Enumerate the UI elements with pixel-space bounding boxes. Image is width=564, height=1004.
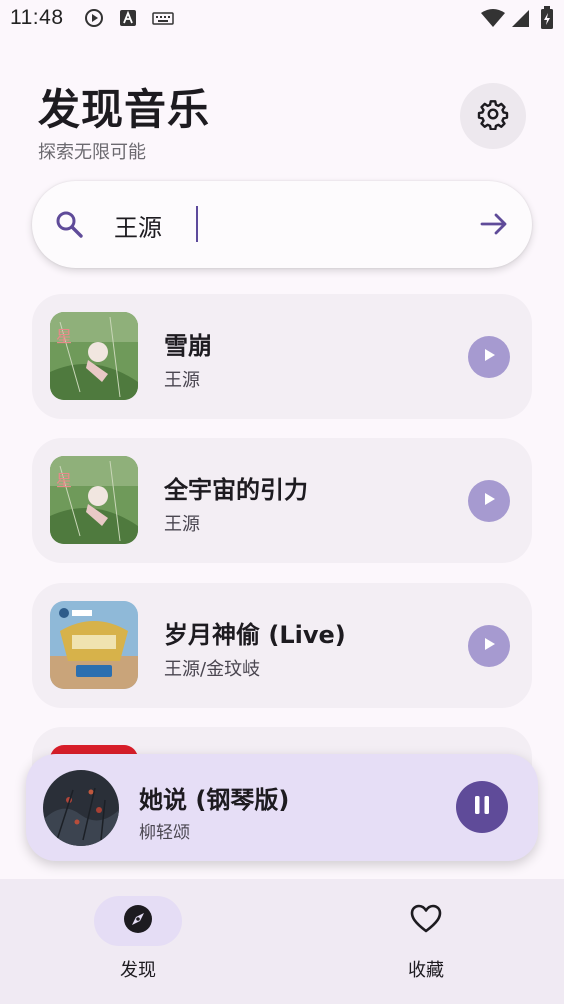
arrow-right-icon[interactable] bbox=[478, 208, 510, 244]
search-input[interactable] bbox=[114, 205, 434, 245]
play-circle-icon bbox=[84, 8, 104, 32]
bottom-navigation: 发现 收藏 bbox=[0, 879, 564, 1004]
heart-icon bbox=[409, 903, 443, 939]
status-bar: 11:48 bbox=[0, 0, 564, 36]
gear-icon bbox=[477, 98, 509, 134]
album-cover: 星 bbox=[50, 312, 138, 400]
song-title: 全宇宙的引力 bbox=[164, 476, 308, 504]
page-subtitle: 探索无限可能 bbox=[38, 142, 146, 163]
song-artist: 王源 bbox=[164, 514, 200, 535]
battery-icon bbox=[540, 6, 554, 34]
font-a-icon bbox=[119, 8, 137, 32]
pause-icon bbox=[472, 794, 492, 820]
play-button[interactable] bbox=[468, 625, 510, 667]
song-title: 雪崩 bbox=[164, 332, 212, 360]
now-playing-cover bbox=[43, 770, 119, 846]
nav-label: 发现 bbox=[120, 960, 156, 981]
song-card[interactable]: 岁月神偷 (Live) 王源/金玟岐 bbox=[32, 583, 532, 708]
page-title: 发现音乐 bbox=[38, 85, 211, 134]
signal-icon bbox=[510, 8, 530, 32]
search-bar[interactable] bbox=[32, 181, 532, 268]
play-icon bbox=[481, 636, 497, 656]
play-button[interactable] bbox=[468, 480, 510, 522]
nav-item-discover[interactable]: 发现 bbox=[38, 879, 238, 1004]
song-card[interactable]: 星 全宇宙的引力 王源 bbox=[32, 438, 532, 563]
nav-active-indicator bbox=[94, 896, 182, 946]
song-card[interactable]: 星 雪崩 王源 bbox=[32, 294, 532, 419]
play-icon bbox=[481, 347, 497, 367]
play-button[interactable] bbox=[468, 336, 510, 378]
now-playing-bar[interactable]: 她说 (钢琴版) 柳轻颂 bbox=[26, 754, 538, 861]
song-title: 岁月神偷 (Live) bbox=[164, 621, 346, 649]
now-playing-title: 她说 (钢琴版) bbox=[139, 786, 290, 814]
nav-label: 收藏 bbox=[408, 960, 444, 981]
compass-icon bbox=[122, 903, 154, 939]
status-time: 11:48 bbox=[10, 6, 64, 29]
now-playing-artist: 柳轻颂 bbox=[139, 823, 190, 843]
play-icon bbox=[481, 491, 497, 511]
text-cursor bbox=[196, 206, 198, 242]
keyboard-icon bbox=[152, 8, 174, 32]
wifi-icon bbox=[480, 8, 506, 32]
search-icon[interactable] bbox=[54, 209, 84, 243]
settings-button[interactable] bbox=[460, 83, 526, 149]
pause-button[interactable] bbox=[456, 781, 508, 833]
nav-item-favorites[interactable]: 收藏 bbox=[326, 879, 526, 1004]
album-cover bbox=[50, 601, 138, 689]
nav-icon-wrap bbox=[382, 896, 470, 946]
svg-text:星: 星 bbox=[56, 327, 72, 346]
svg-text:星: 星 bbox=[56, 471, 72, 490]
song-artist: 王源 bbox=[164, 370, 200, 391]
album-cover: 星 bbox=[50, 456, 138, 544]
song-artist: 王源/金玟岐 bbox=[164, 659, 261, 680]
